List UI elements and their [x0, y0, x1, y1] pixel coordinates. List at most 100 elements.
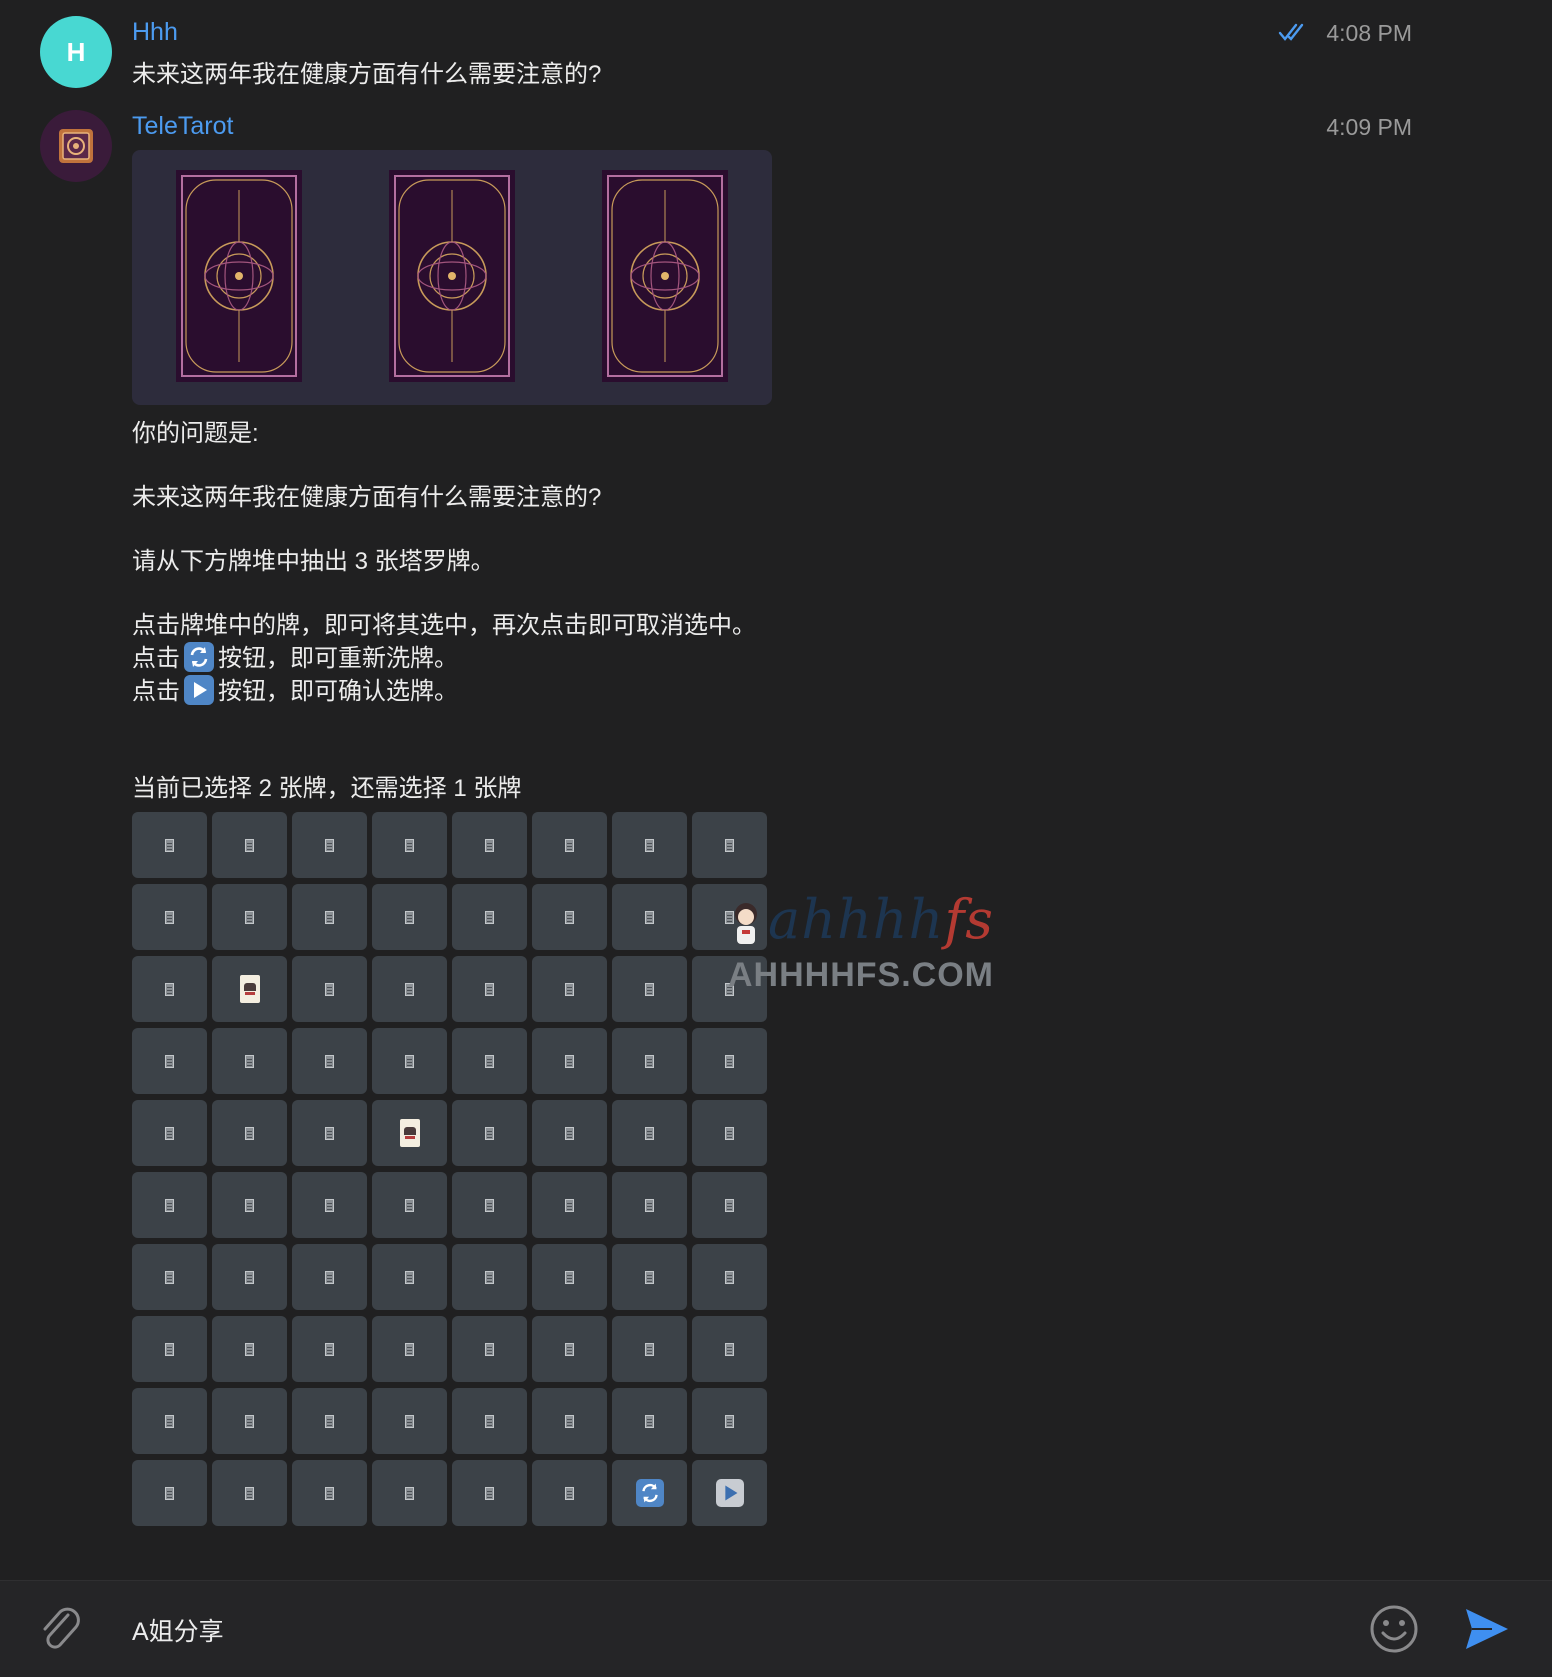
- card-button[interactable]: [692, 812, 767, 878]
- card-button[interactable]: [612, 1316, 687, 1382]
- card-button[interactable]: [132, 1388, 207, 1454]
- card-button[interactable]: [212, 1100, 287, 1166]
- card-button[interactable]: [212, 1172, 287, 1238]
- card-back-icon: [165, 1414, 174, 1428]
- card-button[interactable]: [132, 1172, 207, 1238]
- card-button[interactable]: [372, 956, 447, 1022]
- card-button[interactable]: [452, 1244, 527, 1310]
- card-button[interactable]: [372, 1244, 447, 1310]
- card-button[interactable]: [372, 1172, 447, 1238]
- card-button[interactable]: [692, 1100, 767, 1166]
- card-back-icon: [565, 838, 574, 852]
- card-button[interactable]: [372, 1316, 447, 1382]
- card-button[interactable]: [692, 1244, 767, 1310]
- card-button[interactable]: [532, 884, 607, 950]
- card-button[interactable]: [212, 1316, 287, 1382]
- instruction-prefix: 点击: [132, 645, 180, 672]
- card-button[interactable]: [212, 1244, 287, 1310]
- card-button[interactable]: [452, 1460, 527, 1526]
- card-button[interactable]: [132, 1100, 207, 1166]
- card-button[interactable]: [452, 1100, 527, 1166]
- confirm-button[interactable]: [692, 1460, 767, 1526]
- card-button[interactable]: [372, 1388, 447, 1454]
- card-button[interactable]: [372, 884, 447, 950]
- card-button[interactable]: [612, 1388, 687, 1454]
- card-button[interactable]: [292, 884, 367, 950]
- card-button[interactable]: [692, 884, 767, 950]
- user-avatar[interactable]: H: [40, 16, 112, 88]
- card-button[interactable]: [292, 1244, 367, 1310]
- card-button[interactable]: [212, 884, 287, 950]
- card-button-selected[interactable]: [372, 1100, 447, 1166]
- card-button[interactable]: [212, 812, 287, 878]
- card-button[interactable]: [452, 1172, 527, 1238]
- card-button[interactable]: [132, 1244, 207, 1310]
- card-button[interactable]: [692, 1388, 767, 1454]
- message-input[interactable]: [130, 1607, 1334, 1653]
- card-button[interactable]: [452, 956, 527, 1022]
- card-button[interactable]: [532, 1460, 607, 1526]
- card-button[interactable]: [132, 812, 207, 878]
- card-button[interactable]: [212, 1460, 287, 1526]
- card-button[interactable]: [532, 1028, 607, 1094]
- card-button[interactable]: [532, 1316, 607, 1382]
- card-button[interactable]: [692, 956, 767, 1022]
- card-button[interactable]: [132, 1028, 207, 1094]
- card-button[interactable]: [452, 1388, 527, 1454]
- card-button[interactable]: [612, 1100, 687, 1166]
- card-button[interactable]: [452, 812, 527, 878]
- watermark: ahhhhfs AHHHHFS.COM: [728, 888, 1028, 998]
- emoji-icon[interactable]: [1368, 1603, 1420, 1660]
- card-button-selected[interactable]: [212, 956, 287, 1022]
- card-button[interactable]: [292, 1172, 367, 1238]
- card-button[interactable]: [372, 1460, 447, 1526]
- card-button[interactable]: [692, 1316, 767, 1382]
- card-button[interactable]: [612, 1244, 687, 1310]
- card-button[interactable]: [612, 812, 687, 878]
- card-button[interactable]: [612, 956, 687, 1022]
- card-button[interactable]: [692, 1028, 767, 1094]
- card-button[interactable]: [372, 812, 447, 878]
- card-button[interactable]: [132, 956, 207, 1022]
- shuffle-button[interactable]: [612, 1460, 687, 1526]
- card-button[interactable]: [532, 1100, 607, 1166]
- send-icon[interactable]: [1462, 1605, 1512, 1658]
- card-button[interactable]: [132, 1460, 207, 1526]
- card-button[interactable]: [692, 1172, 767, 1238]
- paperclip-icon[interactable]: [38, 1603, 84, 1660]
- card-button[interactable]: [372, 1028, 447, 1094]
- card-button[interactable]: [292, 956, 367, 1022]
- card-button[interactable]: [292, 812, 367, 878]
- card-button[interactable]: [532, 956, 607, 1022]
- card-button[interactable]: [212, 1028, 287, 1094]
- tarot-logo-icon: [59, 129, 93, 163]
- card-button[interactable]: [292, 1460, 367, 1526]
- card-back-icon: [405, 1054, 414, 1068]
- card-back-icon: [645, 1270, 654, 1284]
- tarot-cards-image[interactable]: [132, 150, 772, 405]
- card-button[interactable]: [292, 1100, 367, 1166]
- instruction-suffix: 按钮，即可确认选牌。: [218, 678, 458, 705]
- card-button[interactable]: [452, 1028, 527, 1094]
- card-back-icon: [325, 910, 334, 924]
- card-button[interactable]: [212, 1388, 287, 1454]
- sender-name-user[interactable]: Hhh: [132, 18, 178, 47]
- card-button[interactable]: [292, 1028, 367, 1094]
- card-button[interactable]: [292, 1316, 367, 1382]
- card-button[interactable]: [612, 884, 687, 950]
- card-back-icon: [245, 1414, 254, 1428]
- sender-name-bot[interactable]: TeleTarot: [132, 112, 233, 141]
- card-button[interactable]: [292, 1388, 367, 1454]
- card-back-icon: [245, 1198, 254, 1212]
- bot-avatar[interactable]: [40, 110, 112, 182]
- card-button[interactable]: [532, 1388, 607, 1454]
- card-button[interactable]: [452, 1316, 527, 1382]
- card-button[interactable]: [612, 1172, 687, 1238]
- card-button[interactable]: [132, 884, 207, 950]
- card-button[interactable]: [452, 884, 527, 950]
- card-button[interactable]: [532, 812, 607, 878]
- card-button[interactable]: [132, 1316, 207, 1382]
- card-button[interactable]: [532, 1244, 607, 1310]
- card-button[interactable]: [532, 1172, 607, 1238]
- card-button[interactable]: [612, 1028, 687, 1094]
